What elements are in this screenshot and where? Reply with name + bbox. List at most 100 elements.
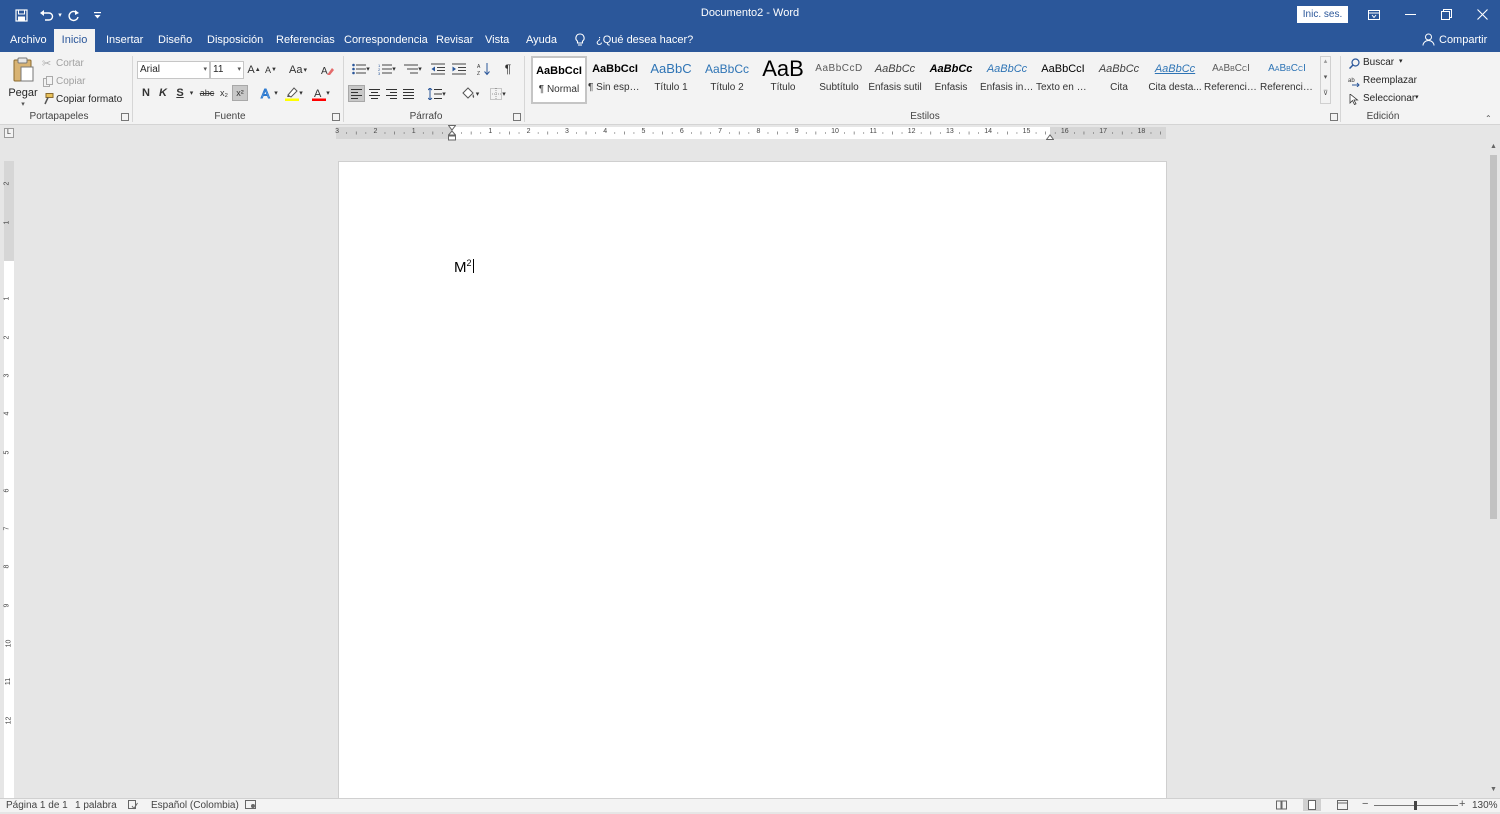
undo-icon[interactable] (36, 6, 58, 24)
style-intense-reference[interactable]: AaBbCcI Referencia... (1259, 56, 1315, 104)
multilevel-list-button[interactable]: ▾ (401, 61, 425, 77)
copy-button[interactable]: Copiar (56, 76, 85, 87)
web-layout-icon[interactable] (1337, 800, 1348, 810)
tab-archivo[interactable]: Archivo (3, 29, 54, 52)
style-normal[interactable]: AaBbCcI ¶ Normal (531, 56, 587, 104)
undo-dropdown-icon[interactable]: ▾ (56, 6, 64, 24)
right-indent-marker-icon[interactable] (1045, 131, 1055, 140)
clear-formatting-button[interactable]: A (319, 62, 335, 78)
numbering-button[interactable]: 1 2 3 ▾ (375, 61, 399, 77)
style-subtitle[interactable]: AaBbCcD Subtítulo (811, 56, 867, 104)
scrollbar-thumb[interactable] (1490, 155, 1497, 519)
decrease-indent-button[interactable] (430, 61, 446, 77)
superscript-button[interactable]: x² (232, 85, 248, 101)
clipboard-dialog-launcher-icon[interactable] (121, 113, 129, 121)
increase-indent-button[interactable] (451, 61, 467, 77)
font-color-button[interactable]: A ▾ (310, 85, 332, 101)
tab-selector-icon[interactable]: L (4, 128, 14, 138)
vertical-ruler[interactable]: 2 1 1 2 3 4 5 6 7 8 9 10 11 12 (3, 161, 14, 798)
change-case-button[interactable]: Aa ▾ (286, 62, 310, 78)
font-name-combo[interactable]: Arial ▾ (137, 61, 210, 79)
save-icon[interactable] (12, 6, 30, 24)
find-button[interactable]: Buscar ▾ (1349, 57, 1419, 72)
shading-button[interactable]: ▾ (456, 85, 484, 102)
document-page[interactable]: M2 (338, 161, 1167, 801)
horizontal-ruler[interactable]: 3 2 1 1 2 3 4 5 6 7 8 9 10 11 12 13 14 15 16 17 18 (335, 127, 1166, 139)
tell-me-search[interactable]: ¿Qué desea hacer? (589, 29, 700, 52)
show-formatting-marks-button[interactable]: ¶ (500, 61, 516, 77)
sort-button[interactable]: AZ (476, 61, 492, 77)
gallery-down-icon[interactable]: ▾ (1321, 73, 1330, 89)
tab-insertar[interactable]: Insertar (99, 29, 150, 52)
tab-diseno[interactable]: Diseño (151, 29, 199, 52)
font-size-dropdown-icon[interactable]: ▾ (237, 62, 241, 78)
style-intense-quote[interactable]: AaBbCc Cita desta... (1147, 56, 1203, 104)
document-text[interactable]: M2 (454, 258, 474, 276)
format-painter-button[interactable]: Copiar formato (56, 94, 122, 105)
ribbon-display-options-icon[interactable] (1356, 0, 1392, 29)
align-right-button[interactable] (383, 85, 400, 102)
highlight-color-button[interactable]: ▾ (283, 85, 305, 101)
cut-button[interactable]: Cortar (56, 58, 84, 69)
gallery-up-icon[interactable]: ▴ (1321, 57, 1330, 73)
tab-vista[interactable]: Vista (478, 29, 516, 52)
gallery-more-icon[interactable]: ⊽ (1321, 89, 1330, 103)
scroll-up-icon[interactable]: ▲ (1489, 143, 1498, 151)
style-emphasis[interactable]: AaBbCc Énfasis (923, 56, 979, 104)
indent-marker-icon[interactable] (447, 125, 457, 141)
bullets-button[interactable]: ▾ (349, 61, 373, 77)
zoom-in-icon[interactable]: + (1459, 799, 1467, 811)
customize-qat-icon[interactable] (88, 6, 106, 24)
style-strong[interactable]: AaBbCcI Texto en n... (1035, 56, 1091, 104)
font-name-dropdown-icon[interactable]: ▾ (203, 62, 207, 78)
align-left-button[interactable] (348, 85, 365, 102)
page-count[interactable]: Página 1 de 1 (6, 800, 68, 811)
style-subtle-reference[interactable]: AaBbCcI Referencia... (1203, 56, 1259, 104)
subscript-button[interactable]: x₂ (216, 85, 232, 101)
paste-dropdown-icon[interactable]: ▾ (8, 100, 38, 108)
tab-ayuda[interactable]: Ayuda (519, 29, 564, 52)
word-count[interactable]: 1 palabra (75, 800, 117, 811)
font-size-combo[interactable]: 11 ▾ (210, 61, 244, 79)
underline-dropdown-icon[interactable]: ▾ (187, 85, 196, 101)
style-heading-2[interactable]: AaBbCc Título 2 (699, 56, 755, 104)
style-heading-1[interactable]: AaBbC Título 1 (643, 56, 699, 104)
share-button[interactable]: Compartir (1432, 29, 1494, 52)
language-indicator[interactable]: Español (Colombia) (151, 800, 239, 811)
replace-button[interactable]: ab Reemplazar (1348, 75, 1428, 90)
scroll-down-icon[interactable]: ▼ (1489, 786, 1498, 794)
redo-icon[interactable] (64, 6, 82, 24)
zoom-out-icon[interactable]: − (1362, 799, 1370, 811)
styles-dialog-launcher-icon[interactable] (1330, 113, 1338, 121)
collapse-ribbon-icon[interactable]: ⌃ (1485, 114, 1495, 123)
read-mode-icon[interactable] (1276, 800, 1287, 810)
justify-button[interactable] (400, 85, 417, 102)
minimize-icon[interactable] (1392, 0, 1428, 29)
proofing-icon[interactable] (128, 800, 138, 810)
text-effects-button[interactable]: A ▾ (259, 85, 279, 101)
paragraph-dialog-launcher-icon[interactable] (513, 113, 521, 121)
tab-correspondencia[interactable]: Correspondencia (337, 29, 435, 52)
style-title[interactable]: AaB Título (755, 56, 811, 104)
align-center-button[interactable] (366, 85, 383, 102)
zoom-slider-thumb[interactable] (1414, 801, 1417, 810)
font-dialog-launcher-icon[interactable] (332, 113, 340, 121)
style-intense-emphasis[interactable]: AaBbCc Énfasis int... (979, 56, 1035, 104)
sign-in-button[interactable]: Inic. ses. (1297, 6, 1348, 23)
tab-inicio[interactable]: Inicio (54, 29, 95, 52)
borders-button[interactable]: ▾ (485, 85, 511, 102)
shrink-font-button[interactable]: A ▼ (264, 62, 278, 78)
style-quote[interactable]: AaBbCc Cita (1091, 56, 1147, 104)
select-button[interactable]: Seleccionar ▾ (1349, 93, 1429, 108)
restore-icon[interactable] (1428, 0, 1464, 29)
tab-disposicion[interactable]: Disposición (200, 29, 270, 52)
underline-button[interactable]: S (173, 85, 187, 101)
macro-record-icon[interactable] (245, 800, 256, 810)
print-layout-icon[interactable] (1303, 799, 1321, 811)
vertical-scrollbar[interactable]: ▲ ▼ (1487, 141, 1500, 798)
zoom-level[interactable]: 130% (1472, 800, 1498, 811)
italic-button[interactable]: K (156, 85, 170, 101)
grow-font-button[interactable]: A ▲ (247, 62, 261, 78)
strikethrough-button[interactable]: abc (198, 85, 216, 101)
line-spacing-button[interactable]: ▾ (425, 85, 449, 102)
